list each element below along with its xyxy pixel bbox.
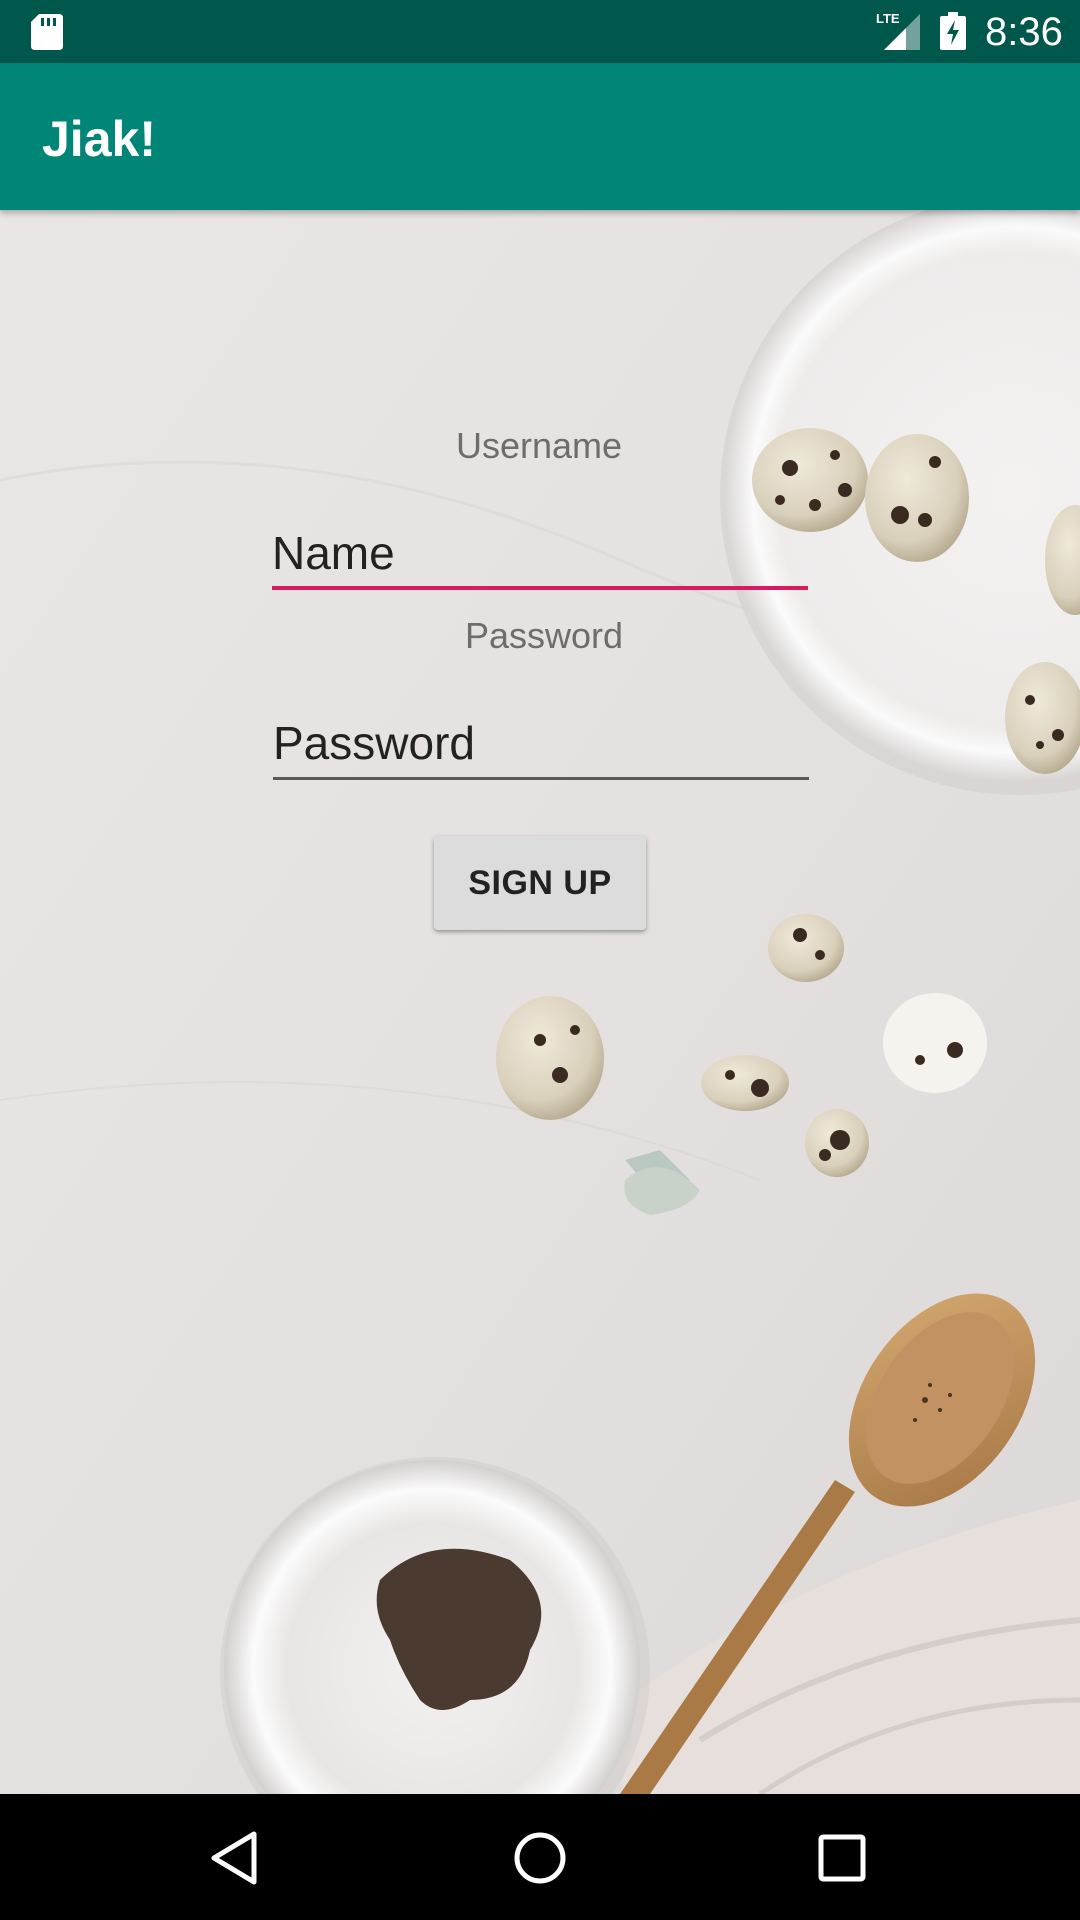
back-icon[interactable]: [200, 1822, 272, 1894]
lte-signal-icon: LTE: [876, 11, 920, 50]
app-title: Jiak!: [42, 111, 156, 167]
password-field-underline: [273, 777, 809, 780]
network-label: LTE: [876, 11, 900, 26]
battery-charging-icon: [940, 12, 966, 50]
name-input[interactable]: [272, 520, 808, 586]
sd-card-icon: [31, 14, 63, 50]
status-clock: 8:36: [985, 10, 1063, 54]
navigation-bar: [0, 1794, 1080, 1920]
name-field-underline: [272, 586, 808, 590]
signup-screen: LTE 8:36 Jiak! Username Name Password SI…: [0, 0, 1080, 1920]
password-label: Password: [465, 615, 624, 656]
home-icon[interactable]: [504, 1822, 576, 1894]
sign-up-button[interactable]: SIGN UP: [434, 836, 646, 930]
password-input[interactable]: [273, 710, 809, 776]
name-field[interactable]: [272, 520, 808, 590]
app-bar: Jiak!: [0, 63, 1080, 210]
password-field[interactable]: [273, 710, 809, 780]
status-bar: LTE 8:36: [0, 0, 1080, 63]
recents-icon[interactable]: [806, 1822, 878, 1894]
username-label: Username: [456, 425, 623, 466]
